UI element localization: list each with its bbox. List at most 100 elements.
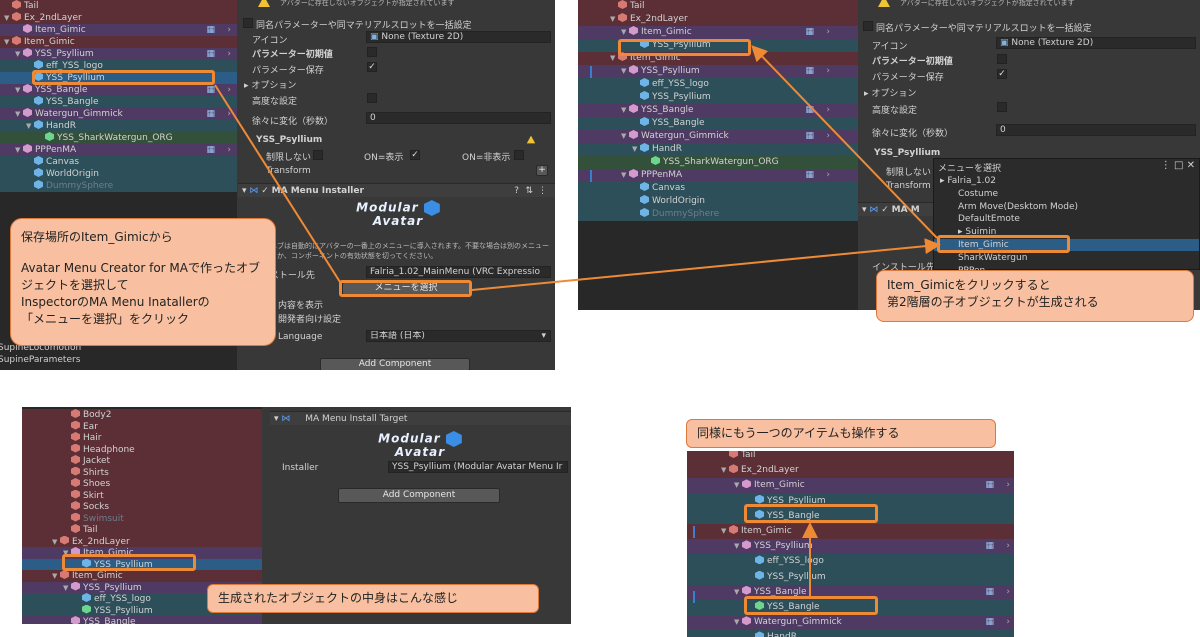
preset-icon[interactable]: ⇅ — [525, 184, 533, 198]
expand-arrow-icon[interactable]: ▼ — [734, 585, 742, 600]
expand-arrow-icon[interactable]: ▼ — [26, 120, 34, 132]
chevron-right-icon[interactable]: › — [826, 65, 830, 78]
hierarchy-row[interactable]: WorldOrigin — [0, 168, 237, 180]
expand-arrow-icon[interactable]: ▼ — [721, 463, 729, 478]
gradual-field[interactable]: 0 — [996, 124, 1196, 136]
menu-grid-icon[interactable]: ▦ — [805, 130, 814, 143]
hierarchy-row[interactable]: ▼ HandR — [578, 143, 858, 156]
menu-grid-icon[interactable]: ▦ — [805, 26, 814, 39]
advanced-checkbox[interactable] — [367, 93, 377, 103]
on-show-checkbox[interactable]: ✓ — [410, 150, 420, 160]
menu-grid-icon[interactable]: ▦ — [206, 84, 215, 96]
add-component-button[interactable]: Add Component — [338, 488, 500, 503]
bottom-row[interactable]: SupineParameters — [0, 354, 237, 366]
installer-field[interactable]: YSS_Psyllium (Modular Avatar Menu Ir — [388, 461, 568, 473]
hierarchy-row[interactable]: eff_YSS_logo — [687, 554, 1014, 570]
hierarchy-row[interactable]: YSS_Bangle — [22, 616, 262, 624]
menu-grid-icon[interactable]: ▦ — [805, 169, 814, 182]
expand-arrow-icon[interactable]: ▼ — [621, 169, 629, 182]
icon-field[interactable]: ▣ None (Texture 2D) — [996, 37, 1196, 49]
hierarchy-row[interactable]: Canvas — [578, 182, 858, 195]
hierarchy-row[interactable]: ▼ Item_Gimic — [22, 570, 262, 582]
icon-field[interactable]: ▣ None (Texture 2D) — [366, 31, 551, 43]
chevron-right-icon[interactable]: › — [1006, 478, 1010, 493]
options-foldout[interactable]: ▸ オプション — [864, 86, 916, 99]
hierarchy-row[interactable]: ▼ Item_Gimic — [687, 524, 1014, 540]
hierarchy-row[interactable]: Canvas — [0, 156, 237, 168]
expand-arrow-icon[interactable]: ▼ — [734, 539, 742, 554]
hierarchy-row[interactable]: Tail — [0, 0, 237, 12]
maximize-icon[interactable]: □ — [1174, 160, 1187, 171]
hierarchy-row[interactable]: ▼ YSS_Psyllium ▦ › — [0, 48, 237, 60]
popup-menu-item[interactable]: Arm Move(Desktom Mode) — [934, 201, 1199, 213]
popup-menu-item[interactable]: DefaultEmote — [934, 213, 1199, 225]
hierarchy-row[interactable]: DummySphere — [0, 180, 237, 192]
expand-arrow-icon[interactable]: ▼ — [721, 524, 729, 539]
options-foldout[interactable]: ▸ オプション — [244, 78, 296, 91]
menu-grid-icon[interactable]: ▦ — [206, 144, 215, 156]
expand-arrow-icon[interactable]: ▼ — [610, 13, 618, 26]
on-hide-checkbox[interactable] — [514, 150, 524, 160]
menu-grid-icon[interactable]: ▦ — [206, 48, 215, 60]
language-dropdown[interactable]: 日本語 (日本) ▾ — [366, 330, 551, 342]
hierarchy-row[interactable]: Headphone — [22, 443, 262, 455]
chevron-right-icon[interactable]: › — [1006, 585, 1010, 600]
expand-arrow-icon[interactable]: ▼ — [734, 478, 742, 493]
hierarchy-row[interactable]: YSS_SharkWatergun_ORG — [578, 156, 858, 169]
bulk-checkbox[interactable] — [243, 18, 253, 28]
help-icon[interactable]: ? — [514, 184, 519, 198]
hierarchy-row[interactable]: Tail — [22, 524, 262, 536]
hierarchy-row[interactable]: ▼ Watergun_Gimmick ▦ › — [687, 615, 1014, 631]
hierarchy-row[interactable]: WorldOrigin — [578, 195, 858, 208]
hierarchy-row[interactable]: YSS_Psyllium — [687, 569, 1014, 585]
hierarchy-row[interactable]: ▼ Ex_2ndLayer — [578, 13, 858, 26]
expand-arrow-icon[interactable]: ▼ — [4, 36, 12, 48]
param-save-checkbox[interactable]: ✓ — [997, 69, 1007, 79]
chevron-right-icon[interactable]: › — [227, 144, 231, 156]
popup-menu-item[interactable]: SharkWatergun — [934, 252, 1199, 264]
param-init-checkbox[interactable] — [997, 54, 1007, 64]
menu-grid-icon[interactable]: ▦ — [985, 585, 994, 600]
expand-arrow-icon[interactable]: ▼ — [610, 52, 618, 65]
hierarchy-row[interactable]: ▼ Ex_2ndLayer — [0, 12, 237, 24]
menu-grid-icon[interactable]: ▦ — [985, 615, 994, 630]
chevron-right-icon[interactable]: › — [1006, 539, 1010, 554]
chevron-right-icon[interactable]: › — [227, 24, 231, 36]
hierarchy-row[interactable]: ▼ YSS_Psyllium ▦ › — [687, 539, 1014, 555]
hierarchy-row[interactable]: ▼ Watergun_Gimmick ▦ › — [578, 130, 858, 143]
kebab-menu-icon[interactable]: ⋮ — [538, 184, 547, 198]
chevron-right-icon[interactable]: › — [1006, 615, 1010, 630]
chevron-right-icon[interactable]: › — [227, 108, 231, 120]
hierarchy-row[interactable]: Swimsuit — [22, 512, 262, 524]
advanced-checkbox[interactable] — [997, 102, 1007, 112]
menu-grid-icon[interactable]: ▦ — [985, 539, 994, 554]
expand-arrow-icon[interactable]: ▼ — [621, 26, 629, 39]
expand-arrow-icon[interactable]: ▼ — [621, 65, 629, 78]
expand-arrow-icon[interactable]: ▼ — [632, 143, 640, 156]
gradual-field[interactable]: 0 — [366, 112, 551, 124]
chevron-right-icon[interactable]: › — [227, 84, 231, 96]
expand-arrow-icon[interactable]: ▼ — [15, 48, 23, 60]
hierarchy-row[interactable]: Skirt — [22, 489, 262, 501]
param-save-checkbox[interactable]: ✓ — [367, 62, 377, 72]
chevron-right-icon[interactable]: › — [826, 169, 830, 182]
hierarchy-row[interactable]: ▼ Ex_2ndLayer — [22, 535, 262, 547]
unlimited-checkbox[interactable] — [313, 150, 323, 160]
hierarchy-row[interactable]: Item_Gimic ▦ › — [0, 24, 237, 36]
expand-arrow-icon[interactable]: ▼ — [15, 144, 23, 156]
hierarchy-row[interactable]: ▼ HandR — [0, 120, 237, 132]
hierarchy-row[interactable]: YSS_SharkWatergun_ORG — [0, 132, 237, 144]
hierarchy-row[interactable]: Jacket — [22, 455, 262, 467]
hierarchy-row[interactable]: ▼ YSS_Bangle ▦ › — [0, 84, 237, 96]
hierarchy-row[interactable]: ▼ Item_Gimic ▦ › — [578, 26, 858, 39]
bulk-checkbox[interactable] — [863, 21, 873, 31]
expand-arrow-icon[interactable]: ▼ — [734, 615, 742, 630]
kebab-menu-icon[interactable]: ⋮ — [1161, 160, 1174, 171]
hierarchy-row[interactable]: Body2 — [22, 409, 262, 421]
installer-header[interactable]: ▾ ⋈ ✓ MA Menu Installer ? ⇅ ⋮ — [238, 183, 555, 197]
hierarchy-row[interactable]: Shoes — [22, 478, 262, 490]
chevron-right-icon[interactable]: › — [826, 104, 830, 117]
menu-grid-icon[interactable]: ▦ — [985, 478, 994, 493]
expand-arrow-icon[interactable]: ▼ — [15, 108, 23, 120]
menu-grid-icon[interactable]: ▦ — [805, 65, 814, 78]
